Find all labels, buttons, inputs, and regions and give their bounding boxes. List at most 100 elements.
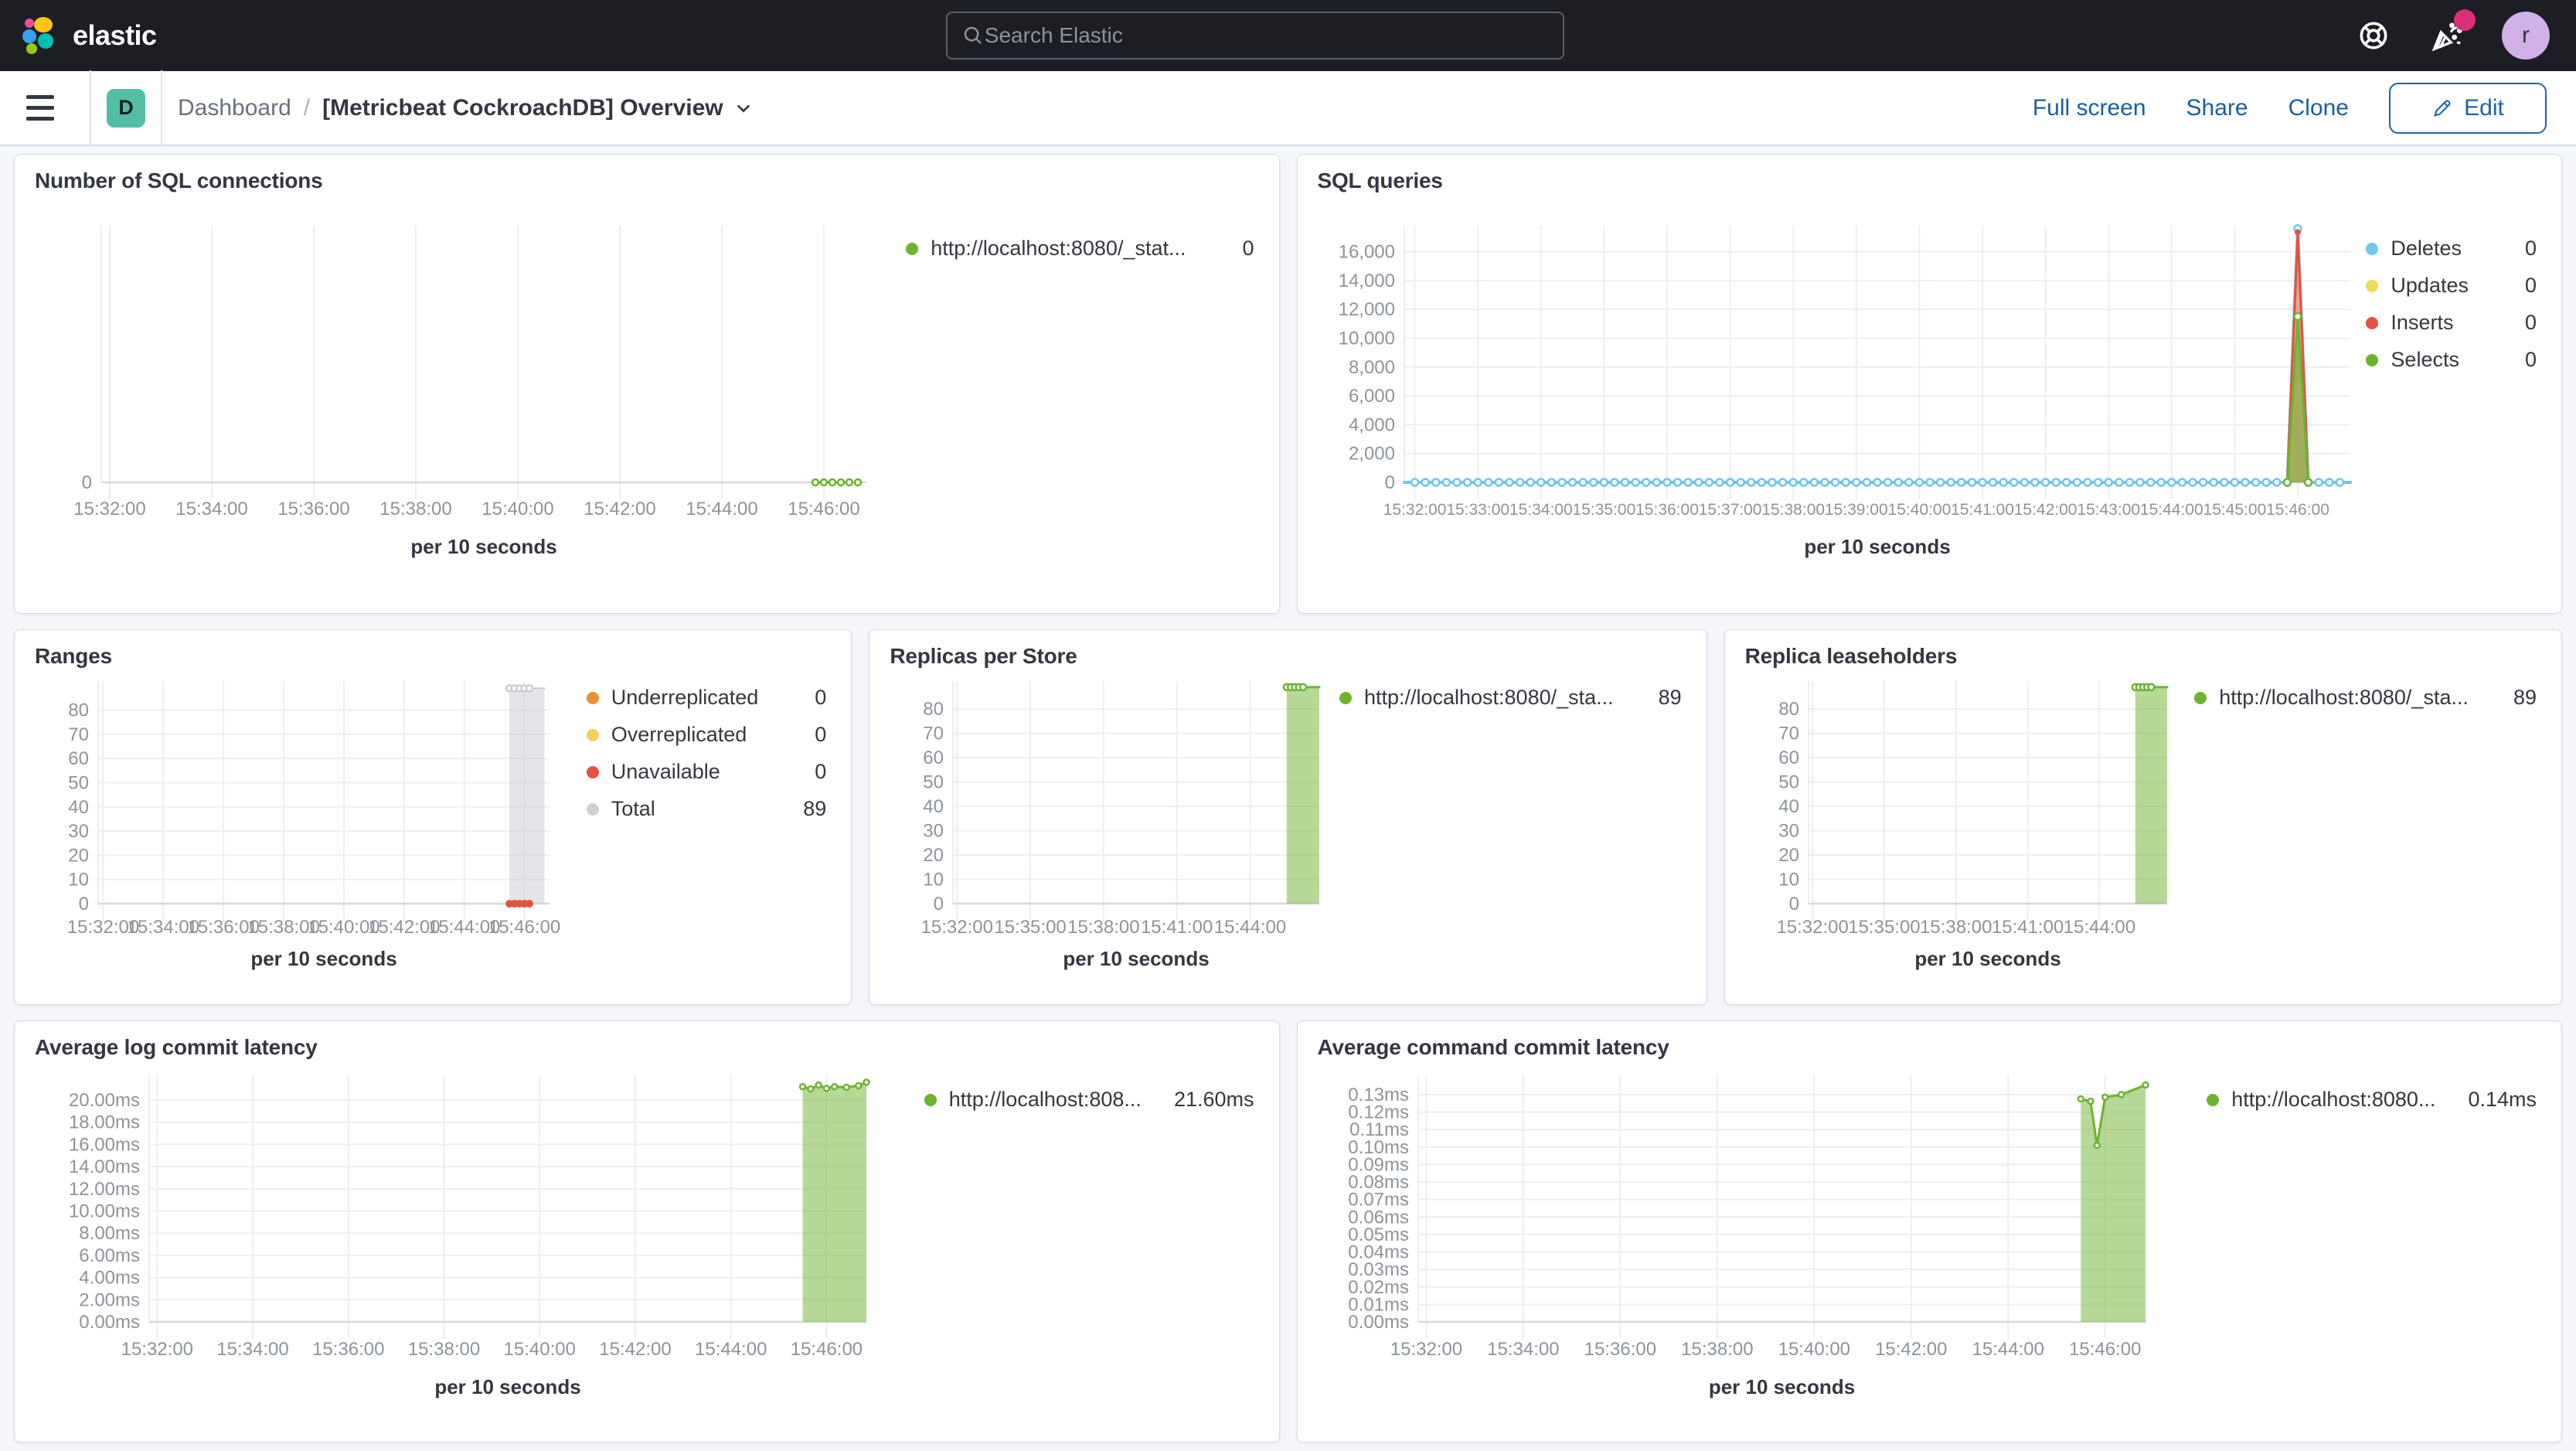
panel-title: Ranges <box>35 644 112 668</box>
legend-value: 89 <box>803 797 827 820</box>
legend-item[interactable]: Underreplicated 0 <box>586 686 826 710</box>
svg-text:15:41:00: 15:41:00 <box>1141 917 1213 938</box>
chart-canvas[interactable]: 15:32:0015:34:0015:36:0015:38:0015:40:00… <box>35 196 877 583</box>
svg-text:15:42:00: 15:42:00 <box>2013 501 2077 519</box>
legend-item[interactable]: Inserts 0 <box>2366 311 2537 335</box>
legend-item[interactable]: Selects 0 <box>2366 348 2537 372</box>
full-screen-button[interactable]: Full screen <box>2033 95 2146 121</box>
svg-text:16,000: 16,000 <box>1338 242 1394 263</box>
news-button[interactable] <box>2428 9 2476 56</box>
svg-text:per 10 seconds: per 10 seconds <box>1804 535 1950 558</box>
legend-label: Underreplicated <box>611 686 759 709</box>
legend-value: 89 <box>1658 686 1682 709</box>
elastic-logo[interactable]: elastic <box>20 15 157 56</box>
svg-text:60: 60 <box>1778 748 1799 768</box>
svg-text:80: 80 <box>68 700 89 721</box>
svg-text:0.13ms: 0.13ms <box>1348 1085 1409 1105</box>
panel-replica-leaseholders: Replica leaseholders 15:32:00 15:35:00 15:… <box>1724 629 2562 1005</box>
legend-item[interactable]: http://localhost:808... 21.60ms <box>924 1088 1254 1112</box>
svg-text:2.00ms: 2.00ms <box>79 1289 140 1310</box>
svg-text:15:35:00: 15:35:00 <box>1572 501 1635 519</box>
svg-text:15:38:00: 15:38:00 <box>1067 917 1139 938</box>
svg-text:6,000: 6,000 <box>1348 386 1394 407</box>
svg-text:15:46:00: 15:46:00 <box>2069 1339 2141 1360</box>
chart-canvas[interactable]: 15:32:0015:34:0015:36:0015:38:0015:40:00… <box>1318 1063 2156 1420</box>
svg-text:15:42:00: 15:42:00 <box>1875 1339 1947 1360</box>
svg-text:15:39:00: 15:39:00 <box>1824 501 1887 519</box>
chart-legend: http://localhost:8080/_sta... 89 <box>1339 672 1686 723</box>
svg-text:30: 30 <box>68 821 89 842</box>
clone-button[interactable]: Clone <box>2288 95 2349 121</box>
svg-text:4.00ms: 4.00ms <box>79 1268 140 1289</box>
legend-label: Inserts <box>2391 311 2454 334</box>
legend-item[interactable]: Updates 0 <box>2366 274 2537 298</box>
dashboard-row-1: Number of SQL connections 15:32:00 15:34:… <box>14 154 2562 614</box>
page-title[interactable]: [Metricbeat CockroachDB] Overview <box>322 95 723 121</box>
svg-text:15:40:00: 15:40:00 <box>482 499 553 519</box>
user-avatar[interactable]: r <box>2502 12 2550 60</box>
chart-legend: http://localhost:8080... 0.14ms <box>2207 1063 2541 1125</box>
legend-value: 0 <box>815 760 827 783</box>
svg-text:15:46:00: 15:46:00 <box>791 1339 863 1360</box>
legend-label: Unavailable <box>611 760 720 783</box>
search-icon <box>964 26 982 44</box>
legend-item[interactable]: http://localhost:8080... 0.14ms <box>2207 1088 2537 1112</box>
svg-text:40: 40 <box>924 796 944 817</box>
chart-canvas[interactable]: 15:32:00 15:35:00 15:38:00 15:41:00 15:44:00… <box>890 672 1330 975</box>
space-badge[interactable]: D <box>107 88 145 128</box>
legend-item[interactable]: Unavailable 0 <box>586 760 827 784</box>
svg-text:15:32:00: 15:32:00 <box>1390 1339 1462 1360</box>
global-search[interactable] <box>945 12 1564 60</box>
svg-text:per 10 seconds: per 10 seconds <box>1914 947 2060 970</box>
svg-text:20: 20 <box>924 845 944 866</box>
legend-item[interactable]: http://localhost:8080/_sta... 89 <box>2194 686 2537 710</box>
panel-body: 15:32:00 15:33:00 15:34:00 15:35:00 15:36:00… <box>1318 196 2542 583</box>
legend-label: Selects <box>2391 348 2459 371</box>
legend-item[interactable]: http://localhost:8080/_sta... 89 <box>1339 686 1682 710</box>
panel-title: Average log commit latency <box>35 1035 318 1059</box>
chart-canvas[interactable]: 15:32:0015:34:0015:36:0015:38:0015:40:00… <box>35 1063 877 1420</box>
legend-value: 0 <box>815 723 827 746</box>
panel-ranges: Ranges 15:32:00 15:34:00 15:36:00 15:38:00 1… <box>14 629 852 1005</box>
legend-color-dot <box>2366 353 2379 366</box>
help-button[interactable] <box>2353 15 2394 56</box>
chart-canvas[interactable]: 15:32:00 15:35:00 15:38:00 15:41:00 15:44:00… <box>1745 672 2178 975</box>
svg-text:20.00ms: 20.00ms <box>69 1090 140 1111</box>
legend-item[interactable]: http://localhost:8080/_stat... 0 <box>906 237 1254 261</box>
panel-title: Replicas per Store <box>890 644 1077 668</box>
svg-text:15:38:00: 15:38:00 <box>408 1339 480 1360</box>
legend-item[interactable]: Deletes 0 <box>2366 237 2537 261</box>
legend-value: 89 <box>2513 686 2537 709</box>
svg-text:15:41:00: 15:41:00 <box>1951 501 2014 519</box>
svg-text:15:40:00: 15:40:00 <box>504 1339 576 1360</box>
svg-text:per 10 seconds: per 10 seconds <box>1063 947 1210 970</box>
legend-item[interactable]: Overreplicated 0 <box>586 723 827 747</box>
svg-text:15:44:00: 15:44:00 <box>695 1339 767 1360</box>
panel-title: Average command commit latency <box>1317 1035 1669 1059</box>
chart-canvas[interactable]: 15:32:00 15:33:00 15:34:00 15:35:00 15:36:00… <box>1318 196 2361 583</box>
share-button[interactable]: Share <box>2186 95 2248 121</box>
svg-text:20: 20 <box>68 845 89 866</box>
svg-text:15:44:00: 15:44:00 <box>686 499 757 519</box>
panel-body: 15:32:00 15:34:00 15:36:00 15:38:00 15:40:00… <box>35 672 831 975</box>
legend-label: Overreplicated <box>611 723 747 746</box>
legend-value: 0 <box>1242 237 1254 260</box>
svg-text:0: 0 <box>82 472 92 493</box>
svg-text:50: 50 <box>1778 772 1799 793</box>
legend-item[interactable]: Total 89 <box>586 797 827 821</box>
search-input[interactable] <box>984 23 1549 48</box>
svg-text:0: 0 <box>1384 472 1394 493</box>
title-menu-button[interactable] <box>734 99 753 118</box>
svg-text:10.00ms: 10.00ms <box>69 1201 140 1222</box>
dashboard-row-2: Ranges 15:32:00 15:34:00 15:36:00 15:38:00 1… <box>14 629 2562 1005</box>
svg-text:30: 30 <box>1778 821 1799 842</box>
svg-text:70: 70 <box>68 724 89 745</box>
svg-text:12,000: 12,000 <box>1338 299 1394 320</box>
svg-text:15:43:00: 15:43:00 <box>2077 501 2140 519</box>
breadcrumb-dashboard[interactable]: Dashboard <box>178 95 291 121</box>
chart-canvas[interactable]: 15:32:0015:34:0015:36:0015:38:0015:40:00… <box>35 672 560 975</box>
menu-button[interactable] <box>26 88 66 128</box>
edit-button[interactable]: Edit <box>2389 82 2547 134</box>
svg-text:15:44:00: 15:44:00 <box>1214 917 1286 938</box>
svg-text:8,000: 8,000 <box>1348 357 1394 378</box>
